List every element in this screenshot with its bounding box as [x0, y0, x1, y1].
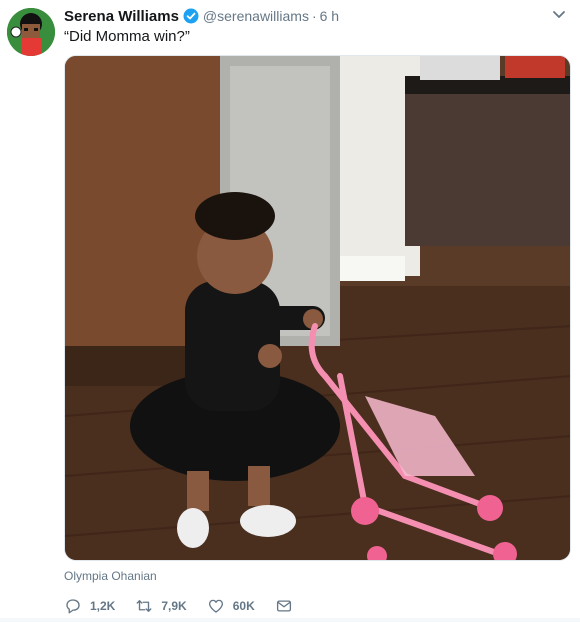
- reply-count: 1,2K: [90, 599, 116, 613]
- tweet-timestamp[interactable]: 6 h: [320, 8, 339, 24]
- chevron-down-icon[interactable]: [552, 10, 566, 20]
- separator-dot: ·: [311, 8, 317, 24]
- retweet-icon: [136, 600, 152, 612]
- verified-badge-icon: [183, 8, 199, 24]
- reply-button[interactable]: 1,2K: [64, 597, 115, 615]
- tweet-header: Serena Williams @serenawilliams · 6 h: [64, 6, 339, 26]
- tweet-actions: 1,2K 7,9K 60K: [64, 596, 313, 616]
- envelope-icon: [276, 600, 291, 612]
- tweet[interactable]: Serena Williams @serenawilliams · 6 h “D…: [0, 0, 580, 622]
- tweet-photo[interactable]: [64, 55, 571, 561]
- like-count: 60K: [232, 599, 255, 613]
- author-handle[interactable]: @serenawilliams: [203, 8, 309, 24]
- like-button[interactable]: 60K: [207, 597, 255, 615]
- photo-tag[interactable]: Olympia Ohanian: [64, 569, 157, 583]
- avatar[interactable]: [7, 8, 55, 56]
- tweet-divider: [0, 618, 580, 622]
- retweet-count: 7,9K: [161, 599, 187, 613]
- reply-icon: [66, 599, 80, 614]
- heart-icon: [208, 599, 223, 613]
- tweet-text: “Did Momma win?”: [64, 28, 190, 45]
- direct-message-button[interactable]: [275, 597, 293, 615]
- retweet-button[interactable]: 7,9K: [135, 597, 187, 615]
- author-name[interactable]: Serena Williams: [64, 8, 179, 25]
